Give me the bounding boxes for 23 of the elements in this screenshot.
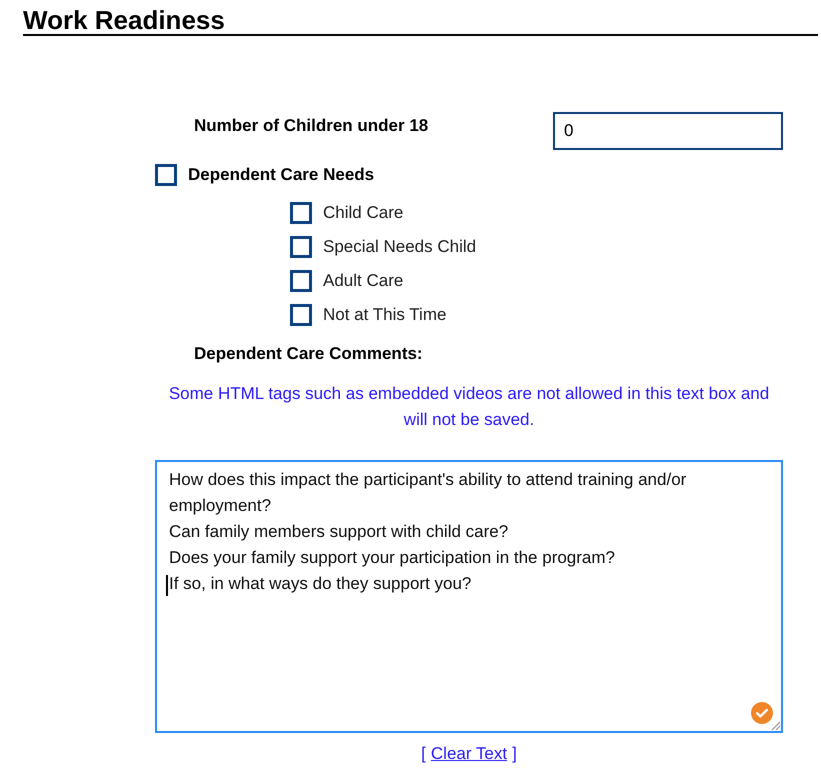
- checkbox-label: Special Needs Child: [323, 237, 476, 257]
- notice-text: Some HTML tags such as embedded videos are not allowed in this text box and will not be saved.: [168, 383, 770, 431]
- checkbox[interactable]: [290, 236, 312, 258]
- checkbox[interactable]: [290, 270, 312, 292]
- checkbox-label: Not at This Time: [323, 305, 446, 325]
- comments-field[interactable]: [155, 460, 783, 733]
- children-count-label: Number of Children under 18: [194, 116, 428, 136]
- comments-label: Dependent Care Comments:: [194, 344, 423, 364]
- bracket-text: ]: [512, 744, 517, 763]
- page-title: Work Readiness: [23, 6, 225, 34]
- resize-grip-icon[interactable]: [769, 719, 781, 731]
- clear-text-link[interactable]: Clear Text: [430, 744, 508, 763]
- comments-text: How does this impact the participant's ability to attend training and/or employment? Can family members support with child care? Does your family support your participation in the program? If so, in what ways do they support you?: [169, 469, 688, 595]
- checkbox-label: Child Care: [323, 203, 404, 223]
- checkbox[interactable]: [155, 164, 177, 186]
- text-cursor: [166, 575, 168, 596]
- checkbox-label: Dependent Care Needs: [188, 165, 374, 185]
- checkmark-circle-icon[interactable]: [751, 702, 773, 724]
- checkbox[interactable]: [290, 304, 312, 326]
- checkbox[interactable]: [290, 202, 312, 224]
- checkbox-label: Adult Care: [323, 271, 404, 291]
- children-count-field[interactable]: 0: [553, 112, 783, 150]
- bracket-text: [: [421, 744, 426, 763]
